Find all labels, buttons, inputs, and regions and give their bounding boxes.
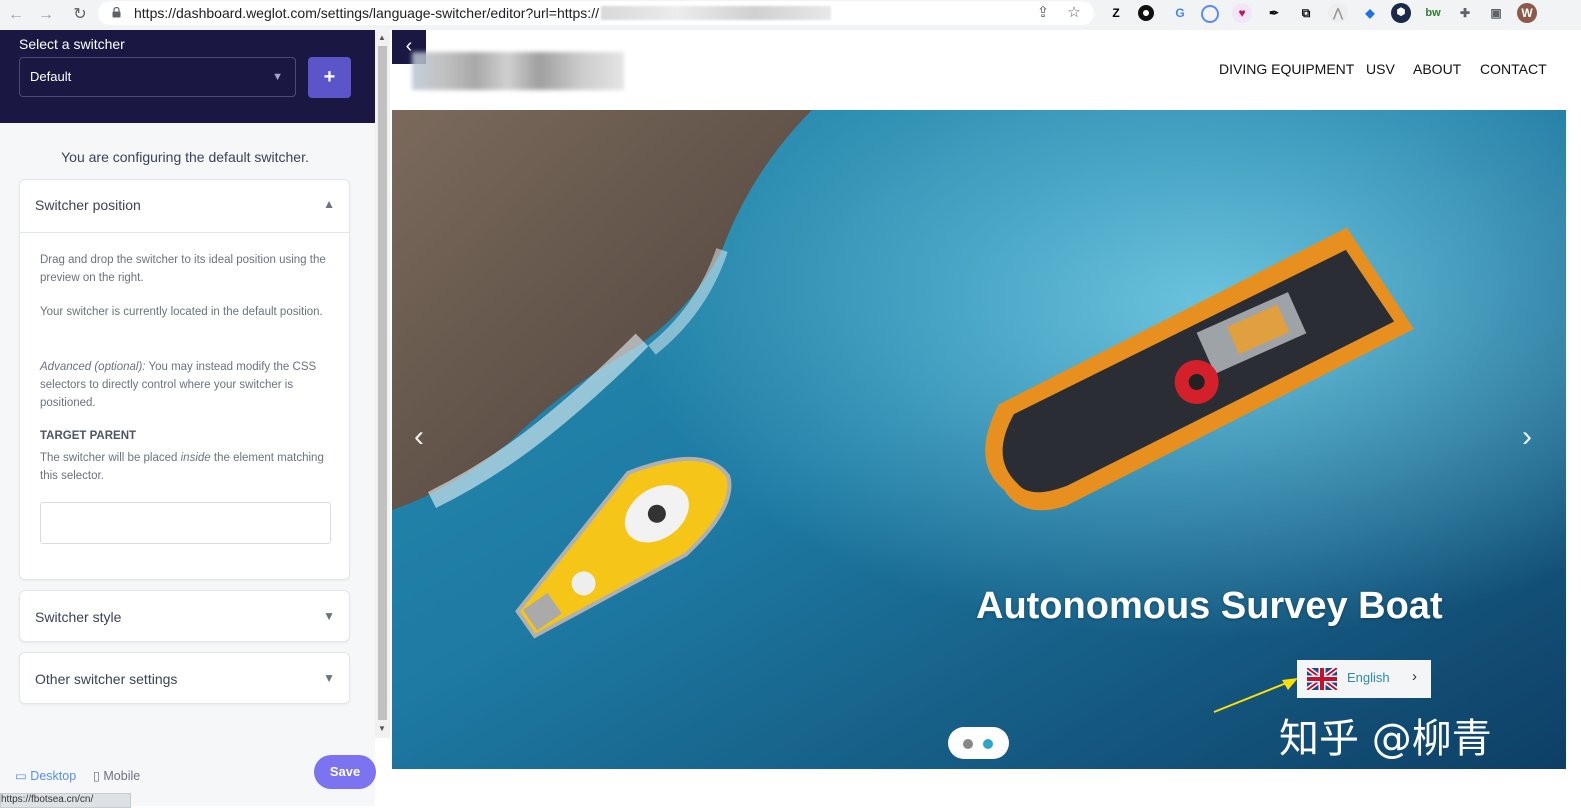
copy-extension-icon[interactable]: ⧉ (1296, 3, 1316, 23)
chevron-down-icon: ▼ (272, 71, 283, 83)
target-help-em: inside (180, 452, 211, 464)
plus-icon: + (323, 66, 336, 88)
scrollbar-thumb[interactable] (378, 46, 387, 720)
other-settings-card[interactable]: Other switcher settings ▼ (19, 652, 350, 704)
reload-icon[interactable]: ↻ (69, 4, 91, 26)
hero-title: Autonomous Survey Boat (976, 585, 1443, 627)
drag-help-text: Drag and drop the switcher to its ideal … (40, 254, 326, 284)
switcher-style-title: Switcher style (35, 609, 122, 625)
url-redaction (601, 6, 831, 20)
zhihu-watermark: 知乎 @柳青 (1279, 716, 1492, 762)
slider-dot-2[interactable] (983, 739, 993, 749)
site-logo-redacted (412, 52, 624, 90)
scroll-up-icon[interactable]: ▲ (378, 33, 386, 42)
target-parent-help: The switcher will be placed inside the e… (40, 449, 330, 485)
switcher-style-card[interactable]: Switcher style ▼ (19, 590, 350, 642)
slider-next-icon[interactable]: › (1522, 420, 1532, 454)
browser-toolbar: ← → ↻ https://dashboard.weglot.com/setti… (0, 0, 1581, 31)
side-panel-icon[interactable]: ▣ (1486, 3, 1506, 23)
lock-icon (112, 7, 121, 18)
chevron-down-icon: ▼ (323, 609, 335, 623)
scroll-down-icon[interactable]: ▼ (378, 724, 386, 733)
nav-about[interactable]: ABOUT (1413, 61, 1461, 77)
nav-usv[interactable]: USV (1366, 61, 1395, 77)
nav-diving-equipment[interactable]: DIVING EQUIPMENT (1219, 61, 1354, 77)
switcher-dropdown-value: Default (30, 69, 72, 84)
pen-extension-icon[interactable]: ✒ (1264, 3, 1284, 23)
profile-avatar[interactable]: W (1517, 3, 1537, 23)
target-parent-input[interactable] (40, 502, 331, 544)
switcher-dropdown[interactable]: Default ▼ (19, 57, 296, 97)
z-extension-icon[interactable]: Z (1106, 3, 1126, 23)
phone-icon: ▯ (93, 769, 100, 783)
bookmark-star-icon[interactable]: ☆ (1065, 4, 1083, 22)
slider-prev-icon[interactable]: ‹ (414, 420, 424, 454)
mobile-label: Mobile (103, 769, 141, 783)
advanced-help-text: Advanced (optional): You may instead mod… (40, 358, 330, 412)
desktop-preview-button[interactable]: ▭ Desktop (15, 768, 76, 783)
card-divider (20, 232, 349, 233)
slider-dot-1[interactable] (963, 739, 973, 749)
back-icon[interactable]: ← (5, 4, 27, 26)
switcher-settings-panel: Select a switcher Default ▼ + You are co… (0, 30, 375, 806)
mobile-preview-button[interactable]: ▯ Mobile (93, 768, 140, 783)
chevron-up-icon[interactable]: ▲ (323, 197, 335, 211)
chevron-right-icon: › (1412, 668, 1417, 685)
switcher-position-title[interactable]: Switcher position (35, 197, 141, 213)
switcher-position-card: Switcher position ▲ Drag and drop the sw… (19, 179, 350, 580)
forward-icon[interactable]: → (35, 4, 57, 26)
target-parent-label: TARGET PARENT (40, 430, 137, 442)
nav-contact[interactable]: CONTACT (1480, 61, 1547, 77)
language-label: English (1347, 670, 1390, 685)
select-switcher-label: Select a switcher (19, 36, 125, 52)
add-switcher-button[interactable]: + (308, 57, 351, 98)
location-help-text: Your switcher is currently located in th… (40, 306, 323, 318)
scan-extension-icon[interactable] (1201, 5, 1219, 23)
other-settings-title: Other switcher settings (35, 671, 178, 687)
language-switcher[interactable]: English › (1297, 660, 1431, 698)
peak-extension-icon[interactable]: ⋀ (1328, 3, 1348, 23)
desktop-label: Desktop (30, 769, 77, 783)
uk-flag-icon (1307, 668, 1337, 690)
save-button[interactable]: Save (314, 755, 376, 789)
extensions-puzzle-icon[interactable]: ✚ (1455, 3, 1475, 23)
config-info-text: You are configuring the default switcher… (61, 149, 309, 165)
tag-extension-icon[interactable]: ◆ (1360, 3, 1380, 23)
switcher-select-header: Select a switcher Default ▼ + (0, 30, 375, 123)
translate-icon[interactable]: G (1170, 3, 1190, 23)
advanced-label: Advanced (optional): (40, 361, 146, 373)
heart-extension-icon[interactable]: ♥ (1232, 3, 1252, 23)
monitor-icon: ▭ (15, 769, 27, 783)
share-icon[interactable]: ⇪ (1034, 4, 1052, 22)
shield-extension-icon[interactable]: ⬢ (1391, 3, 1411, 23)
circle-extension-icon[interactable] (1138, 5, 1154, 21)
address-bar[interactable]: https://dashboard.weglot.com/settings/la… (98, 1, 1094, 25)
target-help-a: The switcher will be placed (40, 452, 181, 464)
url-text: https://dashboard.weglot.com/settings/la… (134, 5, 599, 21)
slider-pagination (948, 727, 1009, 759)
bw-extension-icon[interactable]: bw (1423, 3, 1443, 23)
chevron-down-icon: ▼ (323, 671, 335, 685)
